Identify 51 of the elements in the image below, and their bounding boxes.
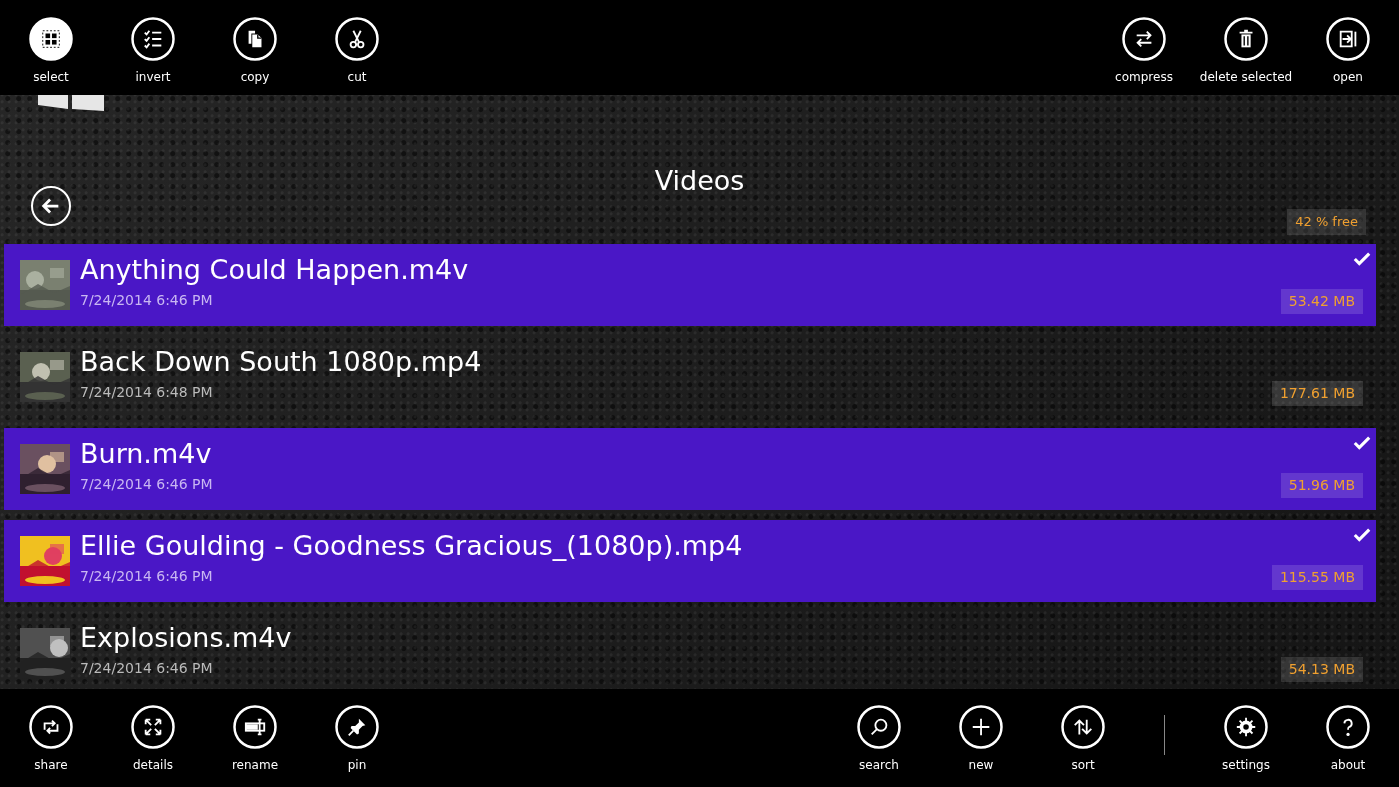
folder-title: Videos	[653, 164, 746, 198]
search-icon	[857, 705, 901, 749]
pushpin-icon	[335, 705, 379, 749]
checkmark-icon	[1353, 434, 1371, 452]
app-bar-button[interactable]: share	[0, 705, 102, 774]
file-row[interactable]: Anything Could Happen.m4v 7/24/2014 6:46 PM 53.42 MB	[4, 244, 1376, 326]
back-button[interactable]	[31, 186, 71, 226]
app-bar-button[interactable]: select	[0, 17, 102, 86]
file-date: 7/24/2014 6:48 PM	[80, 383, 214, 402]
file-size: 51.96 MB	[1280, 473, 1363, 498]
checkmark-icon	[1353, 250, 1371, 268]
file-date: 7/24/2014 6:46 PM	[80, 659, 214, 678]
retweet-icon	[29, 705, 73, 749]
file-size: 115.55 MB	[1271, 565, 1363, 590]
file-date: 7/24/2014 6:46 PM	[80, 291, 214, 310]
file-name: Burn.m4v	[80, 437, 213, 471]
app-bar-button[interactable]: rename	[204, 705, 306, 774]
expand-arrows-icon	[131, 705, 175, 749]
app-bar-button[interactable]: pin	[306, 705, 408, 774]
help-icon	[1326, 705, 1370, 749]
app-bar-button[interactable]: copy	[204, 17, 306, 86]
app-bar-button[interactable]: delete selected	[1195, 17, 1297, 86]
plus-icon	[959, 705, 1003, 749]
app-bar-button[interactable]: invert	[102, 17, 204, 86]
app-bar-button[interactable]: sort	[1032, 705, 1134, 774]
app-bar-button[interactable]: settings	[1195, 705, 1297, 774]
app-bar-button[interactable]: about	[1297, 705, 1399, 774]
file-name: Anything Could Happen.m4v	[80, 253, 469, 287]
free-space-label: 42 % free	[1287, 209, 1366, 235]
file-name: Back Down South 1080p.mp4	[80, 345, 482, 379]
sort-arrows-icon	[1061, 705, 1105, 749]
app-bar-button[interactable]: search	[828, 705, 930, 774]
text-cursor-icon	[233, 705, 277, 749]
file-row[interactable]: Back Down South 1080p.mp4 7/24/2014 6:48 PM 177.61 MB	[4, 336, 1376, 418]
file-size: 54.13 MB	[1280, 657, 1363, 682]
app-bar-button[interactable]: cut	[306, 17, 408, 86]
app-bar-button[interactable]: new	[930, 705, 1032, 774]
app-bar-button[interactable]: details	[102, 705, 204, 774]
app-bar-button[interactable]: compress	[1093, 17, 1195, 86]
file-size: 53.42 MB	[1280, 289, 1363, 314]
file-name: Ellie Goulding - Goodness Gracious_(1080p).mp4	[80, 529, 743, 563]
file-name: Explosions.m4v	[80, 621, 292, 655]
app-bar-button[interactable]: open	[1297, 17, 1399, 86]
file-date: 7/24/2014 6:46 PM	[80, 475, 213, 494]
settings-icon	[1224, 705, 1268, 749]
file-date: 7/24/2014 6:46 PM	[80, 567, 214, 586]
file-row[interactable]: Explosions.m4v 7/24/2014 6:46 PM 54.13 MB	[4, 612, 1376, 689]
file-row[interactable]: Ellie Goulding - Goodness Gracious_(1080p).mp4 7/24/2014 6:46 PM 115.55 MB	[4, 520, 1376, 602]
file-row[interactable]: Burn.m4v 7/24/2014 6:46 PM 51.96 MB	[4, 428, 1376, 510]
file-size: 177.61 MB	[1271, 381, 1363, 406]
checkmark-icon	[1353, 526, 1371, 544]
